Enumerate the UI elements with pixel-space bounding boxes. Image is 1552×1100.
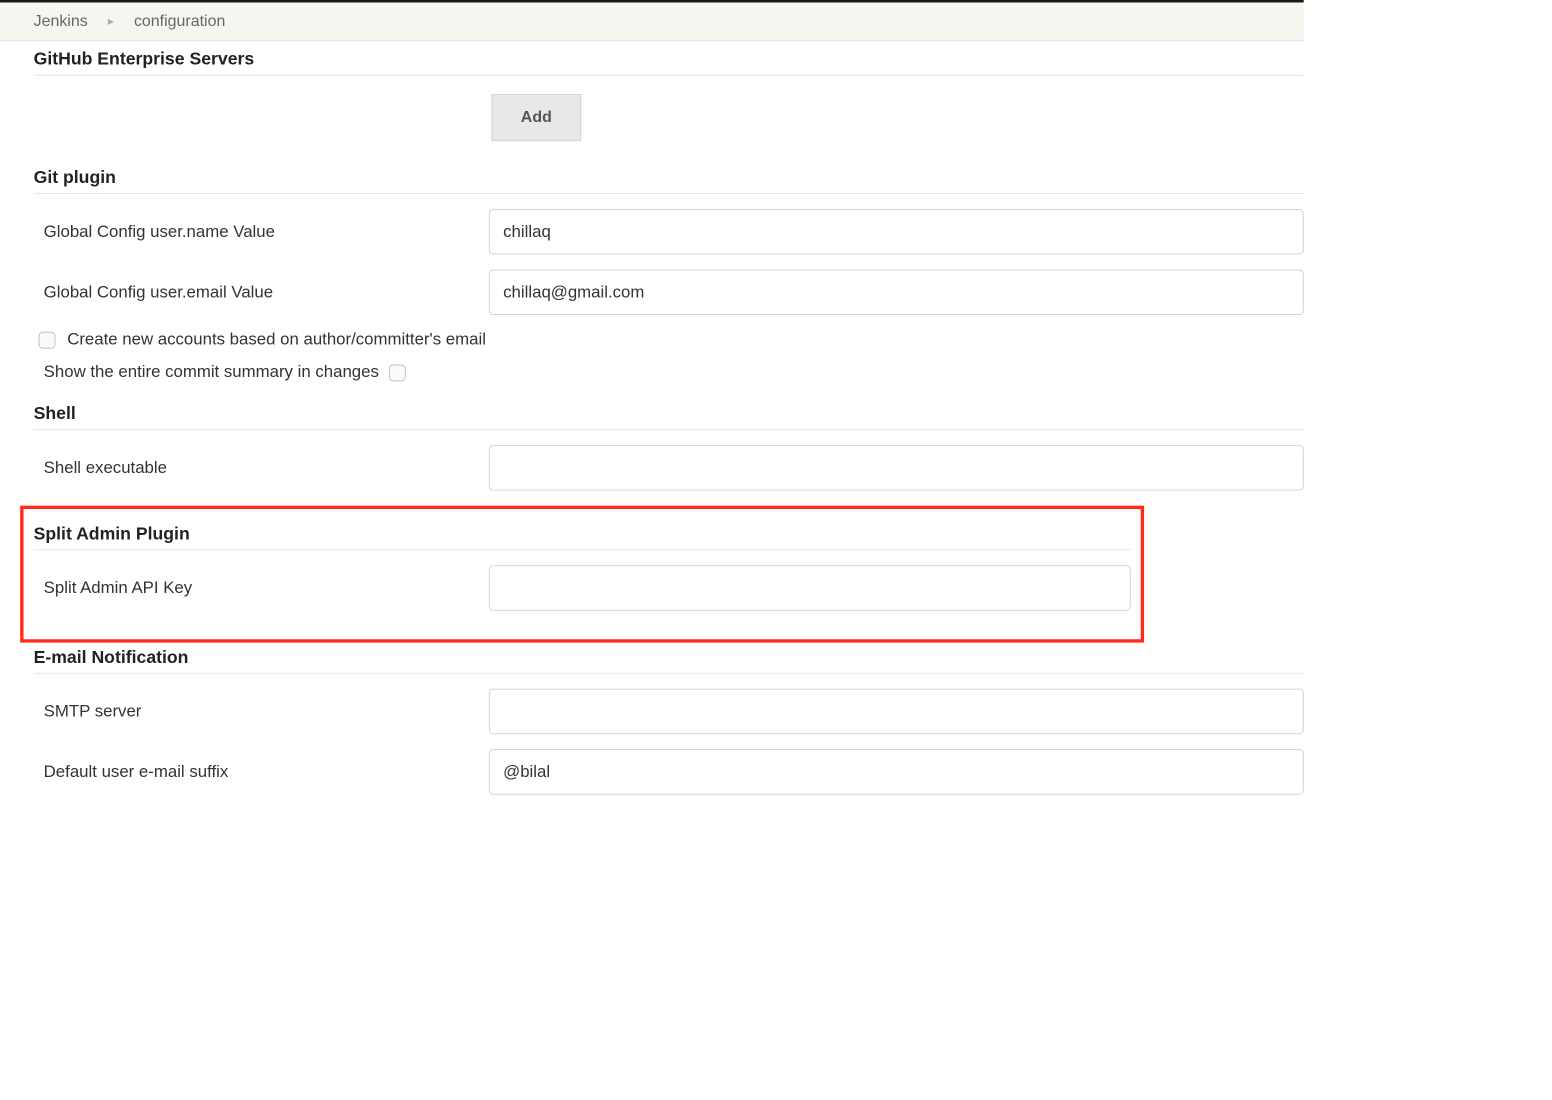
add-button-row: Add — [34, 91, 1304, 165]
checkbox-row-create-accounts: Create new accounts based on author/comm… — [34, 330, 1304, 349]
form-row-global-name: Global Config user.name Value — [34, 209, 1304, 254]
label-email-suffix: Default user e-mail suffix — [44, 762, 489, 781]
label-split-api-key: Split Admin API Key — [44, 578, 489, 597]
checkbox-show-summary[interactable] — [389, 364, 406, 381]
section-divider — [34, 429, 1304, 430]
input-email-suffix[interactable] — [489, 749, 1304, 794]
label-show-summary: Show the entire commit summary in change… — [44, 363, 379, 382]
form-row-split-api-key: Split Admin API Key — [34, 565, 1131, 610]
section-divider — [34, 673, 1304, 674]
section-title-shell: Shell — [34, 404, 1304, 424]
chevron-right-icon: ▸ — [108, 14, 114, 28]
content-area: GitHub Enterprise Servers Add Git plugin… — [0, 41, 1304, 794]
section-divider — [34, 193, 1304, 194]
breadcrumb-item-jenkins[interactable]: Jenkins — [34, 12, 88, 30]
label-global-email: Global Config user.email Value — [44, 283, 489, 302]
form-row-global-email: Global Config user.email Value — [34, 270, 1304, 315]
checkbox-create-accounts[interactable] — [39, 331, 56, 348]
section-title-git-plugin: Git plugin — [34, 168, 1304, 188]
section-divider — [34, 549, 1131, 550]
input-shell-executable[interactable] — [489, 445, 1304, 490]
form-row-smtp: SMTP server — [34, 689, 1304, 734]
label-smtp: SMTP server — [44, 702, 489, 721]
label-shell-executable: Shell executable — [44, 458, 489, 477]
input-global-name[interactable] — [489, 209, 1304, 254]
checkbox-row-show-summary: Show the entire commit summary in change… — [34, 363, 1304, 382]
section-title-email: E-mail Notification — [34, 648, 1304, 668]
add-button[interactable]: Add — [491, 94, 581, 141]
section-title-split-admin: Split Admin Plugin — [34, 524, 1131, 544]
label-create-accounts: Create new accounts based on author/comm… — [67, 330, 486, 349]
form-row-shell-executable: Shell executable — [34, 445, 1304, 490]
section-divider — [34, 75, 1304, 76]
section-title-github-enterprise: GitHub Enterprise Servers — [34, 50, 1304, 70]
highlighted-section-split-admin: Split Admin Plugin Split Admin API Key — [20, 506, 1144, 643]
input-smtp[interactable] — [489, 689, 1304, 734]
form-row-email-suffix: Default user e-mail suffix — [34, 749, 1304, 794]
breadcrumb-item-configuration[interactable]: configuration — [134, 12, 225, 30]
label-global-name: Global Config user.name Value — [44, 222, 489, 241]
input-split-api-key[interactable] — [489, 565, 1131, 610]
input-global-email[interactable] — [489, 270, 1304, 315]
breadcrumb: Jenkins ▸ configuration — [0, 3, 1304, 42]
